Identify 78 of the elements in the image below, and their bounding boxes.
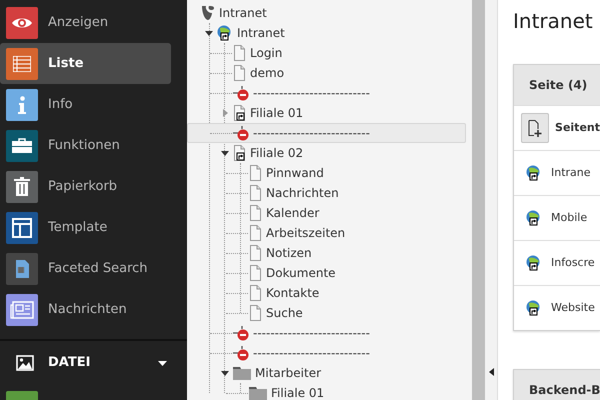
tree-node[interactable]: --------------------------- bbox=[187, 343, 466, 363]
column-header: Seitent bbox=[555, 120, 600, 136]
tree-node[interactable]: Mitarbeiter bbox=[187, 363, 466, 383]
expand-caret-icon[interactable] bbox=[221, 150, 229, 156]
shortcut-page-icon bbox=[233, 105, 246, 121]
page-icon bbox=[249, 165, 262, 181]
panel-header: Backend-B bbox=[514, 370, 600, 400]
record-link[interactable]: Infoscre bbox=[551, 254, 595, 272]
info-icon bbox=[18, 96, 26, 114]
globe-page-icon bbox=[526, 210, 542, 226]
page-icon bbox=[233, 45, 246, 61]
page-icon bbox=[249, 185, 262, 201]
globe-page-icon bbox=[526, 300, 542, 316]
new-page-icon bbox=[528, 120, 542, 136]
module-menu-item[interactable]: Info bbox=[0, 84, 171, 125]
briefcase-icon bbox=[12, 138, 32, 153]
globe-page-icon bbox=[526, 165, 542, 181]
page-icon bbox=[233, 65, 246, 81]
image-icon bbox=[16, 355, 34, 371]
panel-header: Seite (4) bbox=[514, 65, 600, 105]
tree-node[interactable]: Suche bbox=[187, 303, 466, 323]
tree-node[interactable]: Kontakte bbox=[187, 283, 466, 303]
module-menu-item[interactable]: Papierkorb bbox=[0, 166, 171, 207]
stop-sign-icon bbox=[233, 345, 249, 361]
tree-node[interactable]: Kalender bbox=[187, 203, 466, 223]
record-link[interactable]: Website bbox=[551, 300, 595, 316]
layout-icon bbox=[12, 218, 32, 238]
globe-page-icon bbox=[526, 255, 542, 271]
tree-node[interactable]: --------------------------- bbox=[187, 323, 466, 343]
page-icon bbox=[249, 205, 262, 221]
record-link[interactable]: Intrane bbox=[551, 164, 591, 182]
tree-node[interactable]: Intranet bbox=[187, 3, 466, 23]
section-header[interactable]: DATEI bbox=[0, 341, 187, 385]
tree-node[interactable]: Filiale 01 bbox=[187, 383, 466, 400]
new-page-button[interactable] bbox=[521, 113, 550, 143]
tree-node[interactable]: --------------------------- bbox=[187, 83, 466, 103]
tree-node[interactable]: Nachrichten bbox=[187, 183, 466, 203]
tree-node[interactable]: Dokumente bbox=[187, 263, 466, 283]
shortcut-page-icon bbox=[233, 145, 246, 161]
page-icon bbox=[249, 305, 262, 321]
globe-page-icon bbox=[217, 25, 233, 41]
tree-node[interactable]: Arbeitszeiten bbox=[187, 223, 466, 243]
page-icon bbox=[249, 265, 262, 281]
page-icon bbox=[249, 285, 262, 301]
logo-icon bbox=[201, 5, 215, 21]
module-menu-item[interactable]: Template bbox=[0, 207, 171, 248]
tree-node[interactable]: demo bbox=[187, 63, 466, 83]
module-menu-item[interactable]: Nachrichten bbox=[0, 289, 171, 330]
tree-node[interactable]: Notizen bbox=[187, 243, 466, 263]
module-menu-item[interactable]: Anzeigen bbox=[0, 2, 171, 43]
trash-icon bbox=[14, 177, 30, 196]
page-icon bbox=[249, 225, 262, 241]
tree-node[interactable]: Filiale 01 bbox=[187, 103, 466, 123]
folder-icon bbox=[233, 366, 251, 380]
page-icon bbox=[249, 245, 262, 261]
eye-icon bbox=[11, 16, 33, 30]
tree-node[interactable]: Intranet bbox=[187, 23, 466, 43]
record-link[interactable]: Mobile bbox=[551, 210, 588, 226]
caret-down-icon bbox=[158, 360, 167, 366]
stop-sign-icon bbox=[233, 85, 249, 101]
module-menu-item[interactable]: Faceted Search bbox=[0, 248, 171, 289]
list-icon bbox=[13, 56, 31, 72]
expand-caret-icon[interactable] bbox=[205, 30, 213, 36]
newspaper-icon bbox=[10, 300, 34, 318]
tree-node[interactable]: Pinnwand bbox=[187, 163, 466, 183]
tree-node[interactable]: --------------------------- bbox=[187, 123, 466, 143]
folder-icon bbox=[249, 386, 267, 400]
stop-sign-icon bbox=[233, 325, 249, 341]
tree-node[interactable]: Filiale 02 bbox=[187, 143, 466, 163]
collapse-caret-icon[interactable] bbox=[488, 368, 494, 376]
stop-sign-icon bbox=[233, 125, 249, 141]
tree-node[interactable]: Login bbox=[187, 43, 466, 63]
document-icon bbox=[14, 260, 30, 278]
scrollbar[interactable] bbox=[472, 0, 485, 400]
page-title: Intranet bbox=[513, 8, 594, 35]
module-menu-item[interactable]: Liste bbox=[0, 43, 171, 84]
module-menu-item[interactable]: Funktionen bbox=[0, 125, 171, 166]
expand-caret-icon[interactable] bbox=[221, 370, 229, 376]
